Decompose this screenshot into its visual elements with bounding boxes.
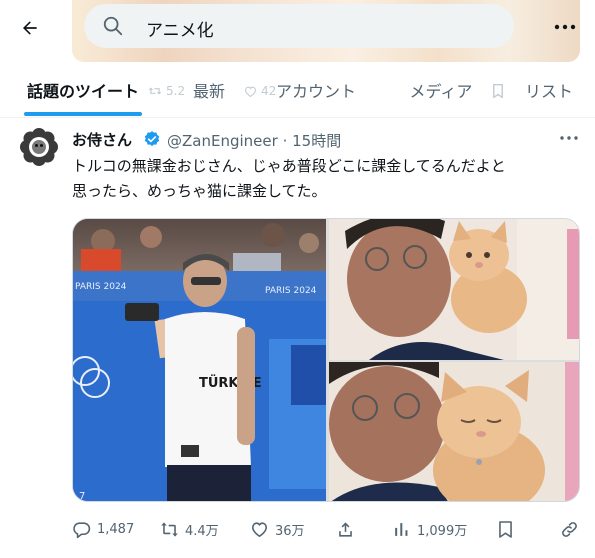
active-tab-indicator xyxy=(24,112,142,116)
copy-link-button[interactable] xyxy=(560,516,579,542)
retweet-count: 4.4万 xyxy=(185,523,219,539)
more-icon xyxy=(554,24,576,30)
tab-top[interactable]: 話題のツイート xyxy=(24,62,142,118)
ghost-bookmark xyxy=(492,82,504,100)
tweet-actions: 1,487 4.4万 36万 1,099万 xyxy=(72,512,582,546)
tab-lists[interactable]: リスト xyxy=(516,62,582,118)
tweet-meta: @ZanEngineer · 15時間 xyxy=(167,130,341,151)
reply-icon xyxy=(73,521,91,538)
share-button[interactable] xyxy=(336,516,355,542)
paris-banner-text: PARIS 2024 xyxy=(75,282,127,292)
retweet-icon xyxy=(161,521,178,537)
views-count: 1,099万 xyxy=(417,523,468,539)
search-results-page: アニメ化 5.2 42 話題のツイート 最新 アカウント メディア リスト お侍… xyxy=(0,0,595,558)
header: アニメ化 5.2 42 話題のツイート 最新 アカウント メディア リスト xyxy=(0,0,595,118)
avatar[interactable] xyxy=(18,126,60,168)
display-name[interactable]: お侍さん xyxy=(72,129,132,150)
meta-separator: · xyxy=(282,132,288,150)
corner-number: 7 xyxy=(79,491,85,502)
search-query: アニメ化 xyxy=(146,21,214,41)
more-icon xyxy=(560,136,578,140)
verified-icon xyxy=(144,131,160,146)
photo-shooter[interactable]: PARIS 2024 PARIS 2024 TÜRKIYE 7 xyxy=(73,219,326,502)
share-icon xyxy=(339,521,352,537)
photo-man-cat-shoulder[interactable] xyxy=(329,219,579,360)
search-input[interactable]: アニメ化 xyxy=(84,4,514,48)
like-count: 36万 xyxy=(275,523,305,539)
bookmark-button[interactable] xyxy=(496,516,515,542)
tweet-text-line: 思ったら、めっちゃ猫に課金してた。 xyxy=(72,182,327,200)
like-button[interactable]: 36万 xyxy=(250,516,305,542)
tweet-text-line: トルコの無課金おじさん、じゃあ普段どこに課金してるんだよと xyxy=(72,157,506,175)
paris-banner-text: PARIS 2024 xyxy=(265,286,317,296)
search-tabs: 5.2 42 話題のツイート 最新 アカウント メディア リスト xyxy=(0,62,595,118)
photo-man-cat-close[interactable] xyxy=(329,362,579,501)
tweet-more-button[interactable] xyxy=(556,128,582,148)
back-button[interactable] xyxy=(12,10,48,46)
tweet-media-grid: PARIS 2024 PARIS 2024 TÜRKIYE 7 xyxy=(72,218,580,502)
copy-link-icon xyxy=(562,521,577,537)
reply-count: 1,487 xyxy=(97,521,135,537)
tab-latest[interactable]: 最新 xyxy=(180,62,238,118)
tab-media[interactable]: メディア xyxy=(400,62,482,118)
like-icon xyxy=(251,521,268,537)
tweet-text: トルコの無課金おじさん、じゃあ普段どこに課金してるんだよと 思ったら、めっちゃ猫… xyxy=(72,154,582,204)
bookmark-icon xyxy=(499,520,512,538)
retweet-button[interactable]: 4.4万 xyxy=(160,516,219,542)
handle[interactable]: @ZanEngineer xyxy=(167,132,278,150)
reply-button[interactable]: 1,487 xyxy=(72,516,134,542)
views-icon xyxy=(395,522,408,536)
tab-accounts[interactable]: アカウント xyxy=(268,62,364,118)
timestamp[interactable]: 15時間 xyxy=(292,132,341,150)
back-arrow-icon xyxy=(23,21,37,35)
search-icon xyxy=(103,16,123,36)
views-button[interactable]: 1,099万 xyxy=(392,516,467,542)
more-options-button[interactable] xyxy=(548,12,582,42)
